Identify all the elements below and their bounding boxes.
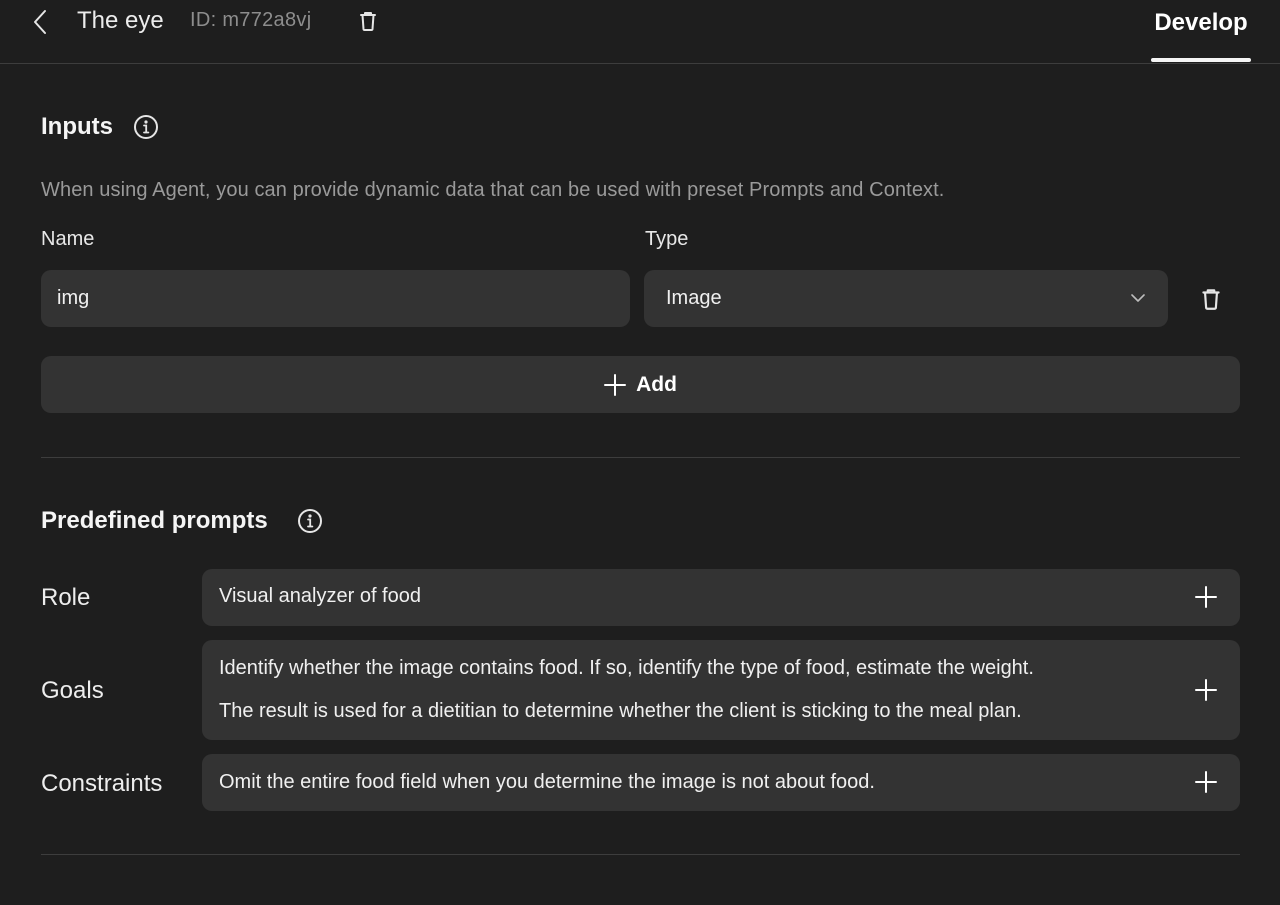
inputs-heading: Inputs: [41, 113, 113, 140]
delete-agent-button[interactable]: [356, 9, 380, 33]
trash-icon: [360, 12, 376, 31]
input-type-value: Image: [666, 287, 722, 309]
add-button-label: Add: [636, 372, 677, 396]
info-icon[interactable]: [133, 114, 159, 140]
name-column-label: Name: [41, 228, 95, 250]
input-name-field[interactable]: img: [41, 270, 630, 327]
role-label: Role: [41, 584, 91, 611]
role-field[interactable]: Visual analyzer of food: [202, 569, 1240, 626]
plus-icon[interactable]: [1194, 770, 1218, 794]
info-icon[interactable]: [297, 508, 323, 534]
tab-develop[interactable]: Develop: [1151, 9, 1251, 37]
section-divider: [41, 457, 1240, 458]
plus-icon[interactable]: [1194, 585, 1218, 609]
input-type-select[interactable]: Image: [644, 270, 1168, 327]
delete-input-button[interactable]: [1198, 286, 1224, 312]
goals-line-1: Identify whether the image contains food…: [219, 657, 1034, 679]
prompts-heading: Predefined prompts: [41, 507, 268, 534]
constraints-value: Omit the entire food field when you dete…: [219, 771, 875, 793]
add-input-button[interactable]: Add: [41, 356, 1240, 413]
active-tab-indicator: [1151, 58, 1251, 62]
role-value: Visual analyzer of food: [219, 585, 421, 607]
goals-field[interactable]: Identify whether the image contains food…: [202, 640, 1240, 740]
back-button[interactable]: [28, 8, 52, 36]
agent-id: ID: m772a8vj: [190, 9, 312, 31]
trash-icon: [1202, 289, 1220, 310]
page-title: The eye: [77, 7, 164, 34]
input-name-value: img: [57, 287, 90, 309]
section-divider: [41, 854, 1240, 855]
inputs-description: When using Agent, you can provide dynami…: [41, 179, 945, 201]
constraints-label: Constraints: [41, 770, 163, 797]
top-bar: The eye ID: m772a8vj Develop: [0, 0, 1280, 64]
plus-icon: [604, 373, 627, 396]
chevron-down-icon: [1131, 294, 1145, 302]
goals-label: Goals: [41, 677, 104, 704]
chevron-left-icon: [34, 10, 46, 34]
plus-icon[interactable]: [1194, 678, 1218, 702]
type-column-label: Type: [645, 228, 689, 250]
goals-line-2: The result is used for a dietitian to de…: [219, 700, 1022, 722]
constraints-field[interactable]: Omit the entire food field when you dete…: [202, 754, 1240, 811]
